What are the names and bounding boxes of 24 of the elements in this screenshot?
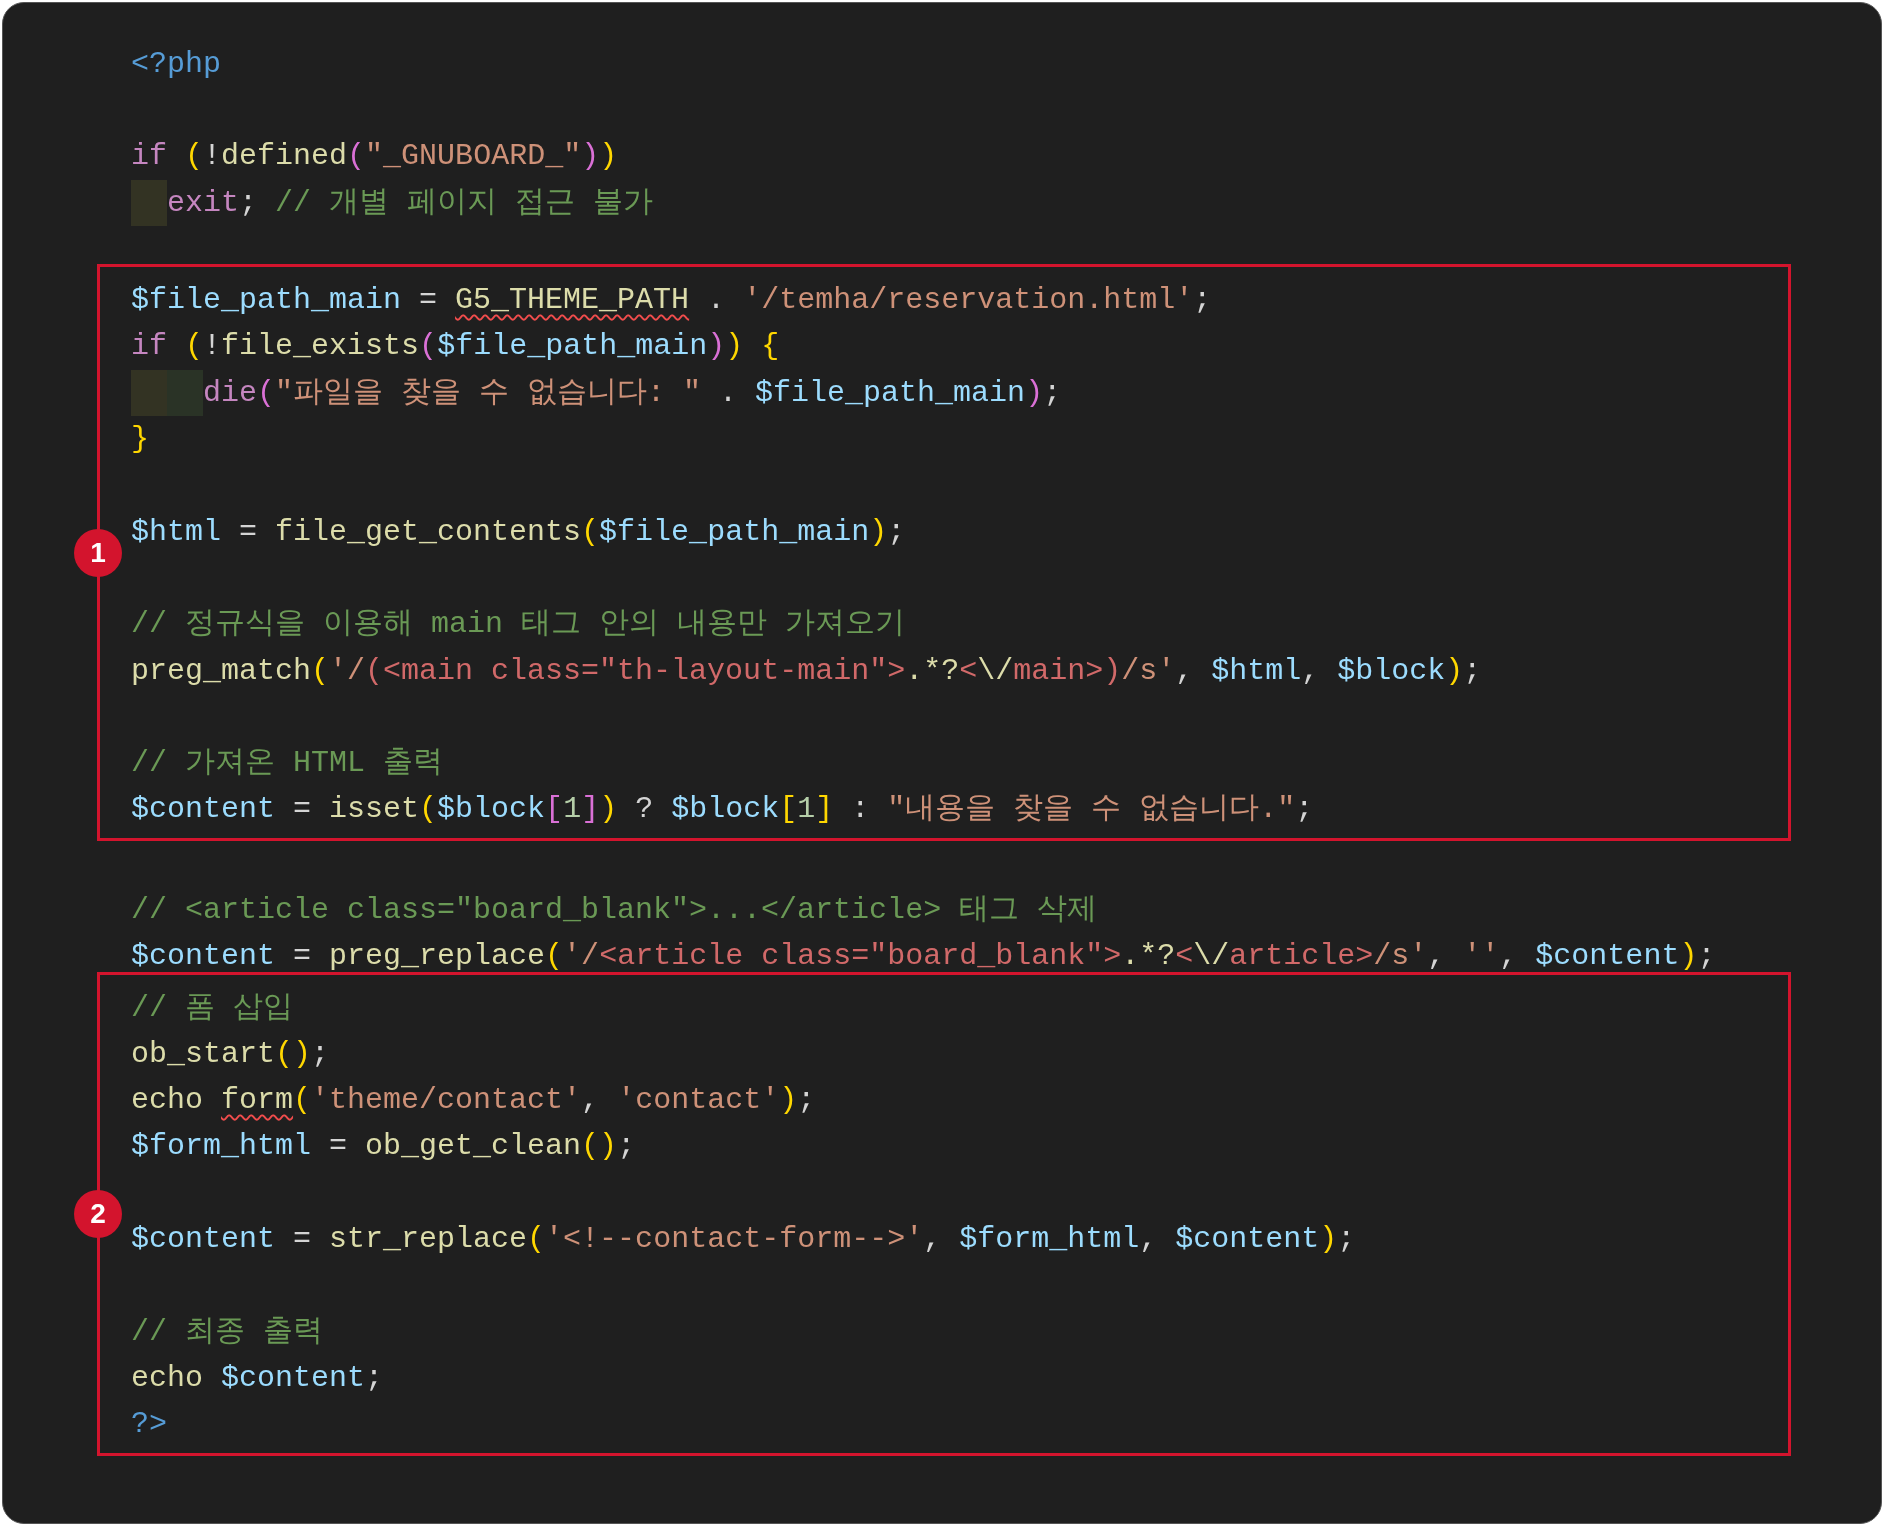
code-line: $html = file_get_contents($file_path_main); bbox=[131, 513, 906, 551]
code-line: $content = str_replace('<!--contact-form-->', $form_html, $content); bbox=[131, 1221, 1356, 1259]
code-line: exit; // 개별 페이지 접근 불가 bbox=[167, 184, 654, 222]
code-line: if (!file_exists($file_path_main)) { bbox=[131, 328, 780, 366]
code-line: $form_html = ob_get_clean(); bbox=[131, 1128, 636, 1166]
code-line: echo $content; bbox=[131, 1359, 384, 1397]
code-line: preg_match('/(<main class="th-layout-main">.*?<\/main>)/s', $html, $block); bbox=[131, 652, 1482, 690]
code-line: // 최종 출력 bbox=[131, 1313, 323, 1351]
code-line: } bbox=[131, 421, 149, 458]
step-number-badge: 2 bbox=[74, 1189, 122, 1238]
code-line: die("파일을 찾을 수 없습니다: " . $file_path_main); bbox=[203, 374, 1062, 412]
code-line: $file_path_main = G5_THEME_PATH . '/temha/reservation.html'; bbox=[131, 282, 1212, 320]
code-line: ?> bbox=[131, 1406, 167, 1444]
code-line: ob_start(); bbox=[131, 1035, 330, 1073]
code-line: $content = isset($block[1]) ? $block[1] : "내용을 찾을 수 없습니다."; bbox=[131, 791, 1314, 829]
code-line: <?php bbox=[131, 45, 221, 83]
code-line: // 정규식을 이용해 main 태그 안의 내용만 가져오기 bbox=[131, 606, 906, 644]
code-line: echo form('theme/contact', 'contact'); bbox=[131, 1082, 816, 1120]
code-line: $content = preg_replace('/<article class="board_blank">.*?<\/article>/s', '', $content); bbox=[131, 938, 1716, 976]
code-line: // <article class="board_blank">...</article> 태그 삭제 bbox=[131, 892, 1098, 929]
step-number-badge: 1 bbox=[74, 528, 122, 577]
code-line: if (!defined("_GNUBOARD_")) bbox=[131, 138, 618, 176]
code-line: // 가져온 HTML 출력 bbox=[131, 745, 444, 783]
code-line: // 폼 삽입 bbox=[131, 989, 293, 1027]
